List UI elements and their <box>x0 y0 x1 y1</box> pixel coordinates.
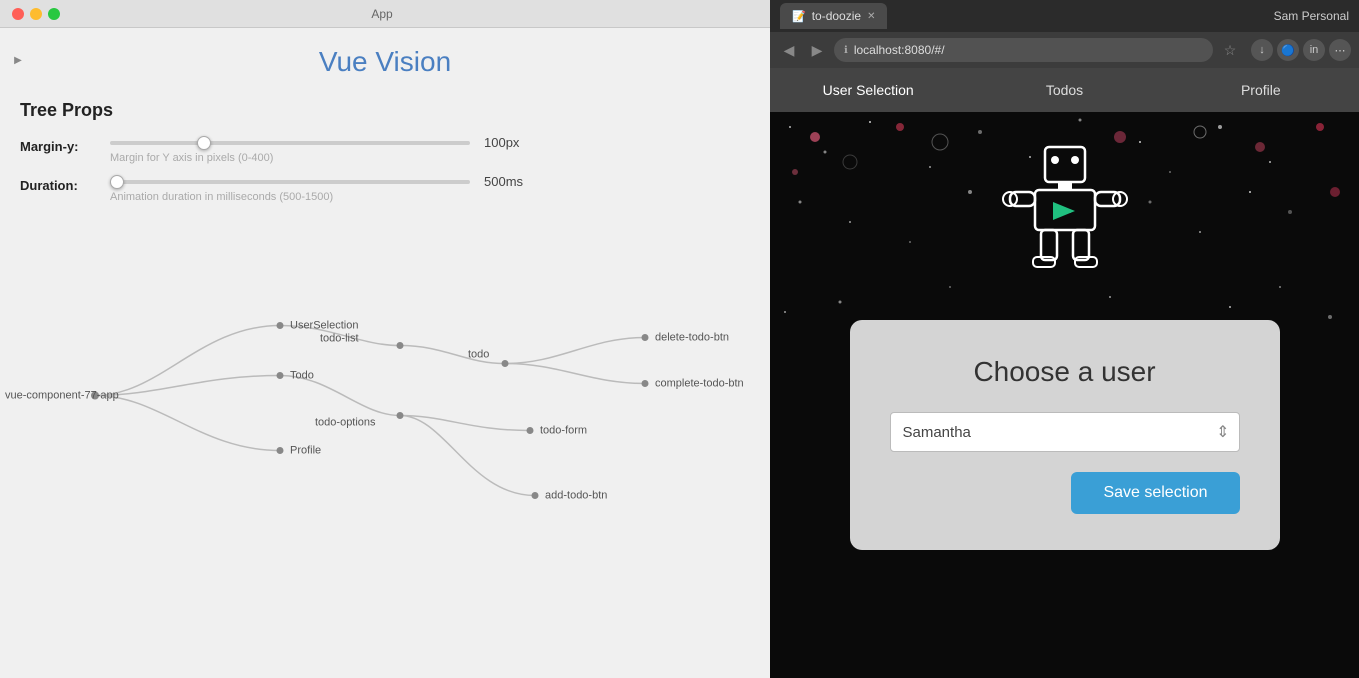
browser-user-label: Sam Personal <box>1274 9 1349 23</box>
svg-text:vue-component-77-app: vue-component-77-app <box>5 390 119 402</box>
tree-svg: .tree-line { fill: none; stroke: #bbb; s… <box>0 223 770 678</box>
tab-favicon: 📝 <box>792 10 806 23</box>
svg-text:todo-options: todo-options <box>315 417 376 429</box>
user-select-wrapper: Samantha John Jane Bob ⇕ <box>890 412 1240 452</box>
app-title-bar: App <box>6 7 758 21</box>
svg-text:UserSelection: UserSelection <box>290 320 358 332</box>
svg-text:todo-form: todo-form <box>540 425 587 437</box>
address-field[interactable]: ℹ localhost:8080/#/ <box>834 38 1213 62</box>
mac-titlebar: App <box>0 0 770 28</box>
svg-text:Todo: Todo <box>290 370 314 382</box>
svg-text:delete-todo-btn: delete-todo-btn <box>655 332 729 344</box>
save-selection-button[interactable]: Save selection <box>1071 472 1239 514</box>
nav-profile-label: Profile <box>1241 82 1281 98</box>
svg-text:todo-list: todo-list <box>320 333 359 345</box>
duration-hint: Animation duration in milliseconds (500-… <box>110 191 750 203</box>
browser-tab[interactable]: 📝 to-doozie ✕ <box>780 3 887 29</box>
bookmark-icon[interactable]: ☆ <box>1219 39 1241 61</box>
margin-y-label: Margin-y: <box>20 135 110 154</box>
back-button[interactable]: ◀ <box>778 39 800 61</box>
browser-chrome: 📝 to-doozie ✕ Sam Personal ◀ ▶ ℹ localho… <box>770 0 1359 68</box>
browser-topbar: 📝 to-doozie ✕ Sam Personal <box>770 0 1359 32</box>
sidebar-toggle[interactable] <box>8 50 28 70</box>
nav-user-selection-label: User Selection <box>823 82 914 98</box>
user-selection-card: Choose a user Samantha John Jane Bob ⇕ S… <box>850 320 1280 550</box>
margin-y-row: Margin-y: 100px Margin for Y axis in pix… <box>20 135 750 164</box>
forward-button[interactable]: ▶ <box>806 39 828 61</box>
tree-props-title: Tree Props <box>20 100 750 121</box>
duration-label: Duration: <box>20 174 110 193</box>
margin-y-hint: Margin for Y axis in pixels (0-400) <box>110 152 750 164</box>
ext-btn-1[interactable]: ↓ <box>1251 39 1273 61</box>
ext-btn-2[interactable]: 🔵 <box>1277 39 1299 61</box>
space-background: Choose a user Samantha John Jane Bob ⇕ S… <box>770 112 1359 678</box>
svg-text:complete-todo-btn: complete-todo-btn <box>655 378 744 390</box>
svg-text:Profile: Profile <box>290 445 321 457</box>
browser-tab-title: to-doozie <box>812 9 861 23</box>
right-panel: 📝 to-doozie ✕ Sam Personal ◀ ▶ ℹ localho… <box>770 0 1359 678</box>
ext-btn-4[interactable]: ⋯ <box>1329 39 1351 61</box>
left-panel: App Vue Vision Tree Props Margin-y: 100p… <box>0 0 770 678</box>
margin-y-value: 100px <box>484 135 534 150</box>
duration-row: Duration: 500ms Animation duration in mi… <box>20 174 750 203</box>
nav-todos-label: Todos <box>1046 82 1083 98</box>
duration-control: 500ms Animation duration in milliseconds… <box>110 174 750 203</box>
lock-icon: ℹ <box>844 45 848 56</box>
nav-todos[interactable]: Todos <box>966 70 1162 110</box>
tab-close-icon[interactable]: ✕ <box>867 11 875 22</box>
duration-slider[interactable] <box>110 180 470 184</box>
vue-vision-title: Vue Vision <box>0 28 770 90</box>
browser-extension-actions: ↓ 🔵 in ⋯ <box>1251 39 1351 61</box>
browser-addressbar: ◀ ▶ ℹ localhost:8080/#/ ☆ ↓ 🔵 in ⋯ <box>770 32 1359 68</box>
app-navbar: User Selection Todos Profile <box>770 68 1359 112</box>
nav-profile[interactable]: Profile <box>1163 70 1359 110</box>
nav-user-selection[interactable]: User Selection <box>770 70 966 110</box>
robot-illustration <box>975 127 1155 287</box>
address-url: localhost:8080/#/ <box>854 43 945 57</box>
ext-btn-3[interactable]: in <box>1303 39 1325 61</box>
card-title: Choose a user <box>890 356 1240 388</box>
duration-value: 500ms <box>484 174 534 189</box>
user-select[interactable]: Samantha John Jane Bob <box>890 412 1240 452</box>
tree-diagram: .tree-line { fill: none; stroke: #bbb; s… <box>0 223 770 678</box>
tree-props-section: Tree Props Margin-y: 100px Margin for Y … <box>0 90 770 223</box>
svg-text:add-todo-btn: add-todo-btn <box>545 490 607 502</box>
margin-y-control: 100px Margin for Y axis in pixels (0-400… <box>110 135 750 164</box>
margin-y-slider[interactable] <box>110 141 470 145</box>
svg-text:todo: todo <box>468 349 489 361</box>
